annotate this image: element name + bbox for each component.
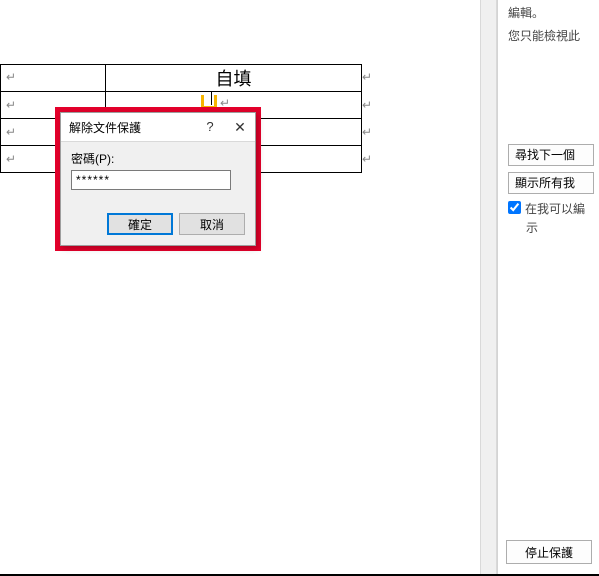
dialog-titlebar[interactable]: 解除文件保護 ? ✕ [61, 113, 255, 142]
highlight-regions-label: 在我可以編 [525, 200, 585, 217]
highlight-regions-checkbox[interactable] [508, 201, 521, 214]
close-icon[interactable]: ✕ [225, 113, 255, 141]
text-cursor-icon [211, 91, 212, 105]
vertical-scrollbar[interactable] [480, 0, 497, 576]
dialog-button-row: 確定 取消 [107, 213, 245, 235]
dialog-highlight-box: 解除文件保護 ? ✕ 密碼(P): 確定 取消 [55, 107, 261, 251]
paragraph-mark-icon: ↵ [362, 98, 372, 112]
table-header-cell[interactable]: 自填 [106, 65, 362, 92]
password-label: 密碼(P): [71, 150, 245, 167]
cancel-button[interactable]: 取消 [179, 213, 245, 235]
highlight-regions-checkbox-row[interactable]: 在我可以編 [508, 200, 593, 217]
paragraph-mark-icon: ↵ [6, 125, 16, 139]
find-next-region-button[interactable]: 尋找下一個 [508, 144, 594, 166]
paragraph-mark-icon: ↵ [6, 70, 16, 84]
help-icon[interactable]: ? [195, 113, 225, 141]
highlight-regions-label-line2: 示 [526, 219, 593, 236]
unprotect-document-dialog: 解除文件保護 ? ✕ 密碼(P): 確定 取消 [60, 112, 256, 246]
panel-info-text: 編輯。 [508, 4, 593, 21]
paragraph-mark-icon: ↵ [362, 125, 372, 139]
paragraph-mark-icon: ↵ [362, 70, 372, 84]
restrict-editing-panel: 編輯。 您只能檢視此 尋找下一個 顯示所有我 在我可以編 示 [497, 0, 599, 576]
table-cell[interactable] [1, 65, 106, 92]
paragraph-mark-icon: ↵ [6, 98, 16, 112]
ok-button[interactable]: 確定 [107, 213, 173, 235]
document-area: 自填 ↵ ↵ ↵ ↵ ↵ ↵ ↵ ↵ ↵ 解除文件保護 ? ✕ [0, 0, 480, 576]
paragraph-mark-icon: ↵ [362, 152, 372, 166]
paragraph-mark-icon: ↵ [6, 152, 16, 166]
dialog-body: 密碼(P): [61, 142, 255, 190]
stop-protection-wrap: 停止保護 [506, 540, 592, 564]
show-all-regions-button[interactable]: 顯示所有我 [508, 172, 594, 194]
panel-info-text: 您只能檢視此 [508, 27, 593, 44]
password-input[interactable] [71, 170, 231, 190]
dialog-title: 解除文件保護 [69, 119, 141, 136]
stop-protection-button[interactable]: 停止保護 [506, 540, 592, 564]
